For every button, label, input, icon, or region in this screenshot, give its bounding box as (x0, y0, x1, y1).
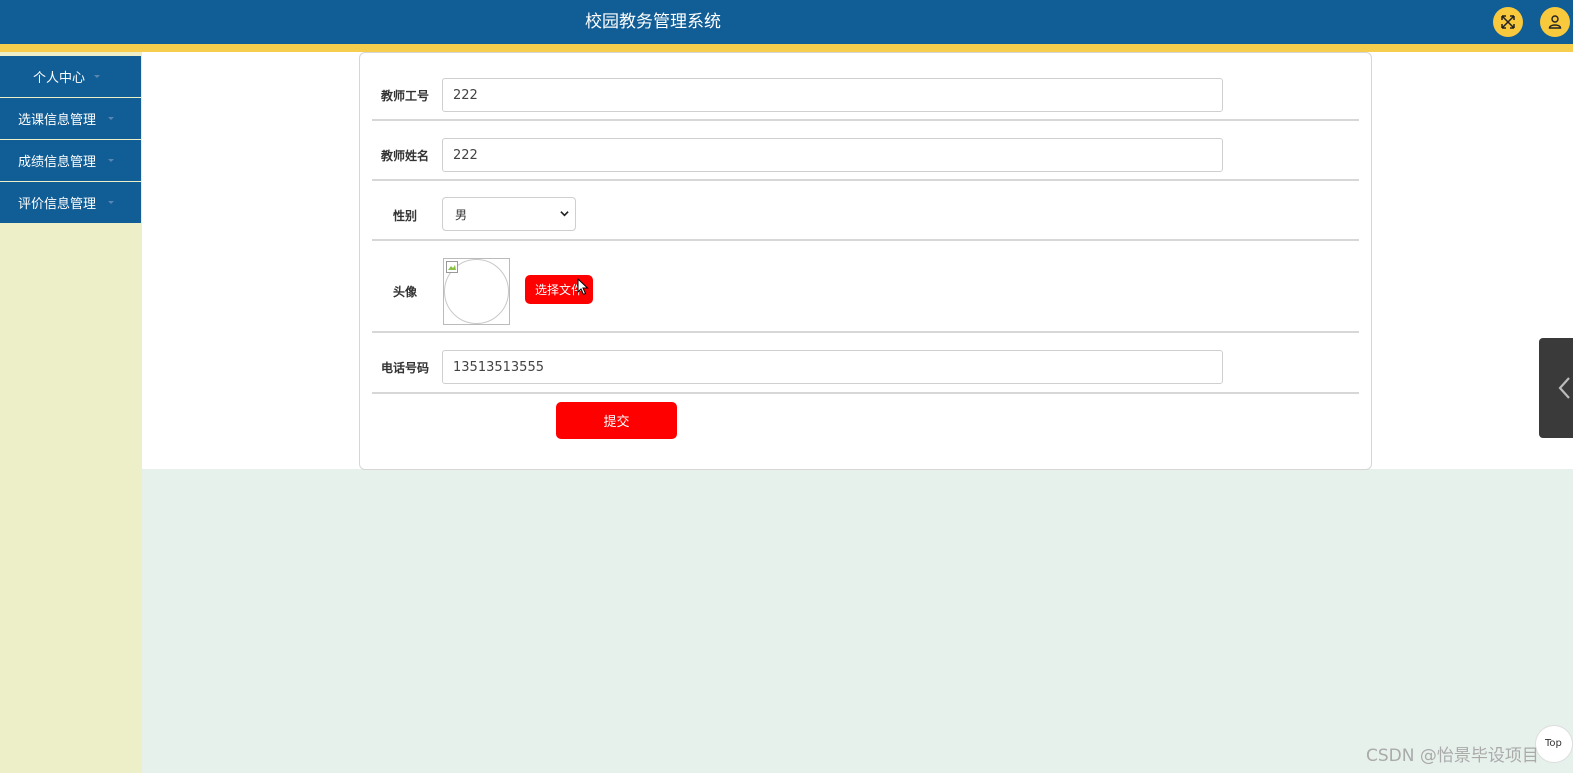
side-panel-toggle[interactable] (1539, 338, 1573, 438)
broken-image-icon (446, 261, 458, 273)
profile-form-card (359, 52, 1372, 470)
teacher-name-input[interactable]: 222 (442, 138, 1223, 172)
row-divider (372, 179, 1359, 181)
sidebar-item-label: 成绩信息管理 (18, 155, 97, 170)
gender-selected-value: 男 (455, 207, 468, 222)
user-icon (1548, 15, 1562, 29)
sidebar-item-label: 选课信息管理 (18, 113, 97, 128)
submit-button[interactable]: 提交 (556, 402, 677, 439)
row-divider (372, 392, 1359, 394)
user-menu-button[interactable] (1540, 7, 1570, 37)
teacher-id-label: 教师工号 (380, 89, 429, 103)
phone-label: 电话号码 (380, 361, 429, 375)
caret-down-icon (108, 117, 114, 120)
header-accent-stripe (0, 44, 1573, 52)
fullscreen-button[interactable] (1493, 7, 1523, 37)
watermark: CSDN @怡景毕设项目 (1366, 746, 1539, 766)
caret-down-icon (108, 201, 114, 204)
sidebar-item-course-selection[interactable]: 选课信息管理 (0, 98, 141, 139)
mouse-cursor-icon (577, 278, 589, 296)
gender-label: 性别 (392, 209, 417, 223)
sidebar-item-personal-center[interactable]: 个人中心 (0, 56, 141, 97)
sidebar-item-evaluation[interactable]: 评价信息管理 (0, 182, 141, 223)
sidebar: 个人中心 选课信息管理 成绩信息管理 评价信息管理 (0, 52, 142, 773)
sidebar-item-label: 评价信息管理 (18, 197, 97, 212)
gender-select[interactable]: 男 (442, 197, 576, 231)
avatar-label: 头像 (392, 285, 417, 299)
teacher-id-input[interactable]: 222 (442, 78, 1223, 112)
row-divider (372, 239, 1359, 241)
row-divider (372, 119, 1359, 121)
teacher-name-label: 教师姓名 (380, 149, 429, 163)
caret-down-icon (108, 159, 114, 162)
top-header: 校园教务管理系统 (0, 0, 1573, 44)
sidebar-item-label: 个人中心 (33, 71, 86, 86)
row-divider (372, 331, 1359, 333)
phone-input[interactable]: 13513513555 (442, 350, 1223, 384)
caret-down-icon (94, 75, 100, 78)
app-title: 校园教务管理系统 (585, 12, 721, 32)
chevron-down-icon (560, 211, 569, 217)
avatar-preview (443, 258, 510, 325)
back-to-top-button[interactable]: Top (1535, 725, 1573, 763)
chevron-left-icon (1558, 377, 1570, 399)
sidebar-item-grades[interactable]: 成绩信息管理 (0, 140, 141, 181)
fullscreen-toggle-icon (1501, 15, 1515, 29)
